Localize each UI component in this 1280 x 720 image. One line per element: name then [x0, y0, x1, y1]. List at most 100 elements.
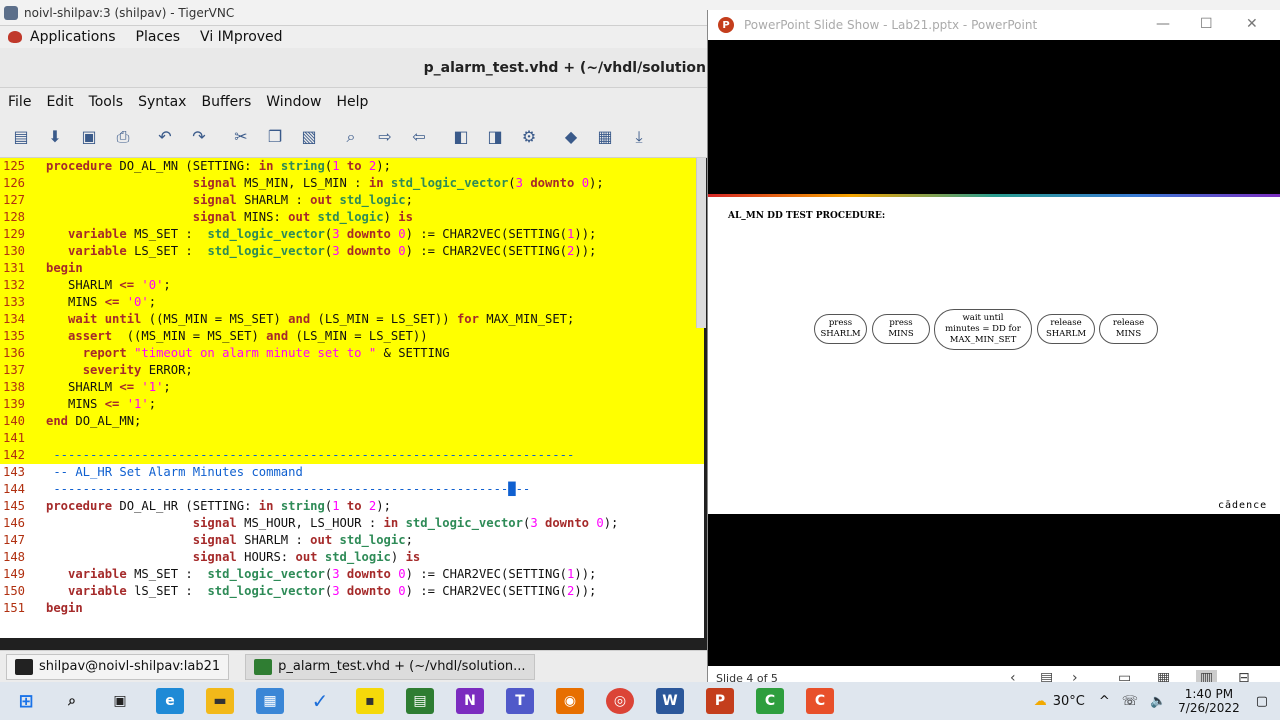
menu-window[interactable]: Window	[266, 94, 321, 110]
app-icon[interactable]: ◉	[556, 688, 584, 714]
find-next-icon[interactable]: ⇨	[374, 126, 396, 148]
menu-buffers[interactable]: Buffers	[201, 94, 251, 110]
store-icon[interactable]: ▦	[256, 688, 284, 714]
code-line[interactable]: 133 MINS <= '0';	[0, 294, 704, 311]
search-icon[interactable]: ⌕	[58, 688, 86, 714]
code-line[interactable]: 142 ------------------------------------…	[0, 447, 704, 464]
weather-icon[interactable]: ☁	[1034, 694, 1047, 709]
applications-menu[interactable]: Applications	[30, 29, 116, 45]
jump-tag-icon[interactable]: ⤓	[628, 126, 650, 148]
green-app-icon[interactable]: C	[756, 688, 784, 714]
menu-tools[interactable]: Tools	[89, 94, 124, 110]
todo-icon[interactable]: ✓	[306, 688, 334, 714]
code-line[interactable]: 145 procedure DO_AL_HR (SETTING: in strin…	[0, 498, 704, 515]
code-token: ) := CHAR2VEC(SETTING(	[405, 227, 568, 241]
copy-icon[interactable]: ❐	[264, 126, 286, 148]
code-line[interactable]: 144 ------------------------------------…	[0, 481, 704, 498]
network-icon[interactable]: ☏	[1122, 694, 1138, 709]
clock[interactable]: 1:40 PM 7/26/2022	[1178, 687, 1240, 715]
code-line[interactable]: 135 assert ((MS_MIN = MS_SET) and (LS_MI…	[0, 328, 704, 345]
code-line[interactable]: 138 SHARLM <= '1';	[0, 379, 704, 396]
menu-edit[interactable]: Edit	[46, 94, 73, 110]
cut-icon[interactable]: ✂	[230, 126, 252, 148]
code-line[interactable]: 132 SHARLM <= '0';	[0, 277, 704, 294]
code-line[interactable]: 126 signal MS_MIN, LS_MIN : in std_logic…	[0, 175, 704, 192]
code-editor[interactable]: 125 procedure DO_AL_MN (SETTING: in strin…	[0, 158, 704, 638]
edge-icon[interactable]: e	[156, 688, 184, 714]
line-number: 149	[3, 567, 26, 581]
code-line[interactable]: 149 variable MS_SET : std_logic_vector(3…	[0, 566, 704, 583]
sheets-icon[interactable]: ▤	[406, 688, 434, 714]
code-line[interactable]: 134 wait until ((MS_MIN = MS_SET) and (L…	[0, 311, 704, 328]
code-line[interactable]: 128 signal MINS: out std_logic) is	[0, 209, 704, 226]
vnc-window-list: shilpav@noivl-shilpav:lab21 p_alarm_test…	[0, 650, 708, 682]
code-line[interactable]: 127 signal SHARLM : out std_logic;	[0, 192, 704, 209]
chrome-icon[interactable]: ◎	[606, 688, 634, 714]
powerpoint-taskbar-icon[interactable]: P	[706, 688, 734, 714]
load-session-icon[interactable]: ◧	[450, 126, 472, 148]
code-token: MINS	[46, 397, 105, 411]
editor-scrollbar[interactable]	[696, 158, 706, 328]
vim-menu[interactable]: Vi IMproved	[200, 29, 283, 45]
tigervnc-icon	[4, 5, 18, 20]
code-line[interactable]: 139 MINS <= '1';	[0, 396, 704, 413]
code-line[interactable]: 140 end DO_AL_MN;	[0, 413, 704, 430]
run-script-icon[interactable]: ⚙	[518, 126, 540, 148]
print-icon[interactable]: ⎙	[112, 126, 134, 148]
menu-help[interactable]: Help	[336, 94, 368, 110]
code-line[interactable]: 125 procedure DO_AL_MN (SETTING: in strin…	[0, 158, 704, 175]
code-token: signal	[192, 176, 245, 190]
code-line[interactable]: 129 variable MS_SET : std_logic_vector(3…	[0, 226, 704, 243]
task-view-icon[interactable]: ▣	[106, 688, 134, 714]
teams-icon[interactable]: T	[506, 688, 534, 714]
show-hidden-icons-icon[interactable]: ^	[1099, 694, 1110, 709]
save-icon[interactable]: ⬇	[44, 126, 66, 148]
paste-icon[interactable]: ▧	[298, 126, 320, 148]
code-line[interactable]: 143 -- AL_HR Set Alarm Minutes command	[0, 464, 704, 481]
code-token: DO_AL_MN;	[75, 414, 142, 428]
build-tags-icon[interactable]: ▦	[594, 126, 616, 148]
save-session-icon[interactable]: ◨	[484, 126, 506, 148]
code-line[interactable]: 137 severity ERROR;	[0, 362, 704, 379]
code-line[interactable]: 141	[0, 430, 704, 447]
redo-icon[interactable]: ↷	[188, 126, 210, 148]
minimize-icon[interactable]: —	[1156, 16, 1170, 32]
code-line[interactable]: 148 signal HOURS: out std_logic) is	[0, 549, 704, 566]
make-icon[interactable]: ◆	[560, 126, 582, 148]
code-token: downto	[346, 227, 399, 241]
terminal-task-button[interactable]: shilpav@noivl-shilpav:lab21	[6, 653, 230, 680]
find-replace-icon[interactable]: ⌕	[340, 126, 362, 148]
close-icon[interactable]: ✕	[1246, 16, 1258, 32]
code-token: in	[383, 516, 406, 530]
code-line[interactable]: 150 variable lS_SET : std_logic_vector(3…	[0, 583, 704, 600]
temperature[interactable]: 30°C	[1053, 694, 1085, 709]
code-line[interactable]: 146 signal MS_HOUR, LS_HOUR : in std_log…	[0, 515, 704, 532]
code-token: 0	[398, 584, 406, 598]
notifications-icon[interactable]: ▢	[1256, 694, 1268, 709]
code-line[interactable]: 130 variable LS_SET : std_logic_vector(3…	[0, 243, 704, 260]
onenote-icon[interactable]: N	[456, 688, 484, 714]
volume-icon[interactable]: 🔈	[1150, 694, 1166, 709]
code-line[interactable]: 136 report "timeout on alarm minute set …	[0, 345, 704, 362]
menu-file[interactable]: File	[8, 94, 31, 110]
file-explorer-icon[interactable]: ▬	[206, 688, 234, 714]
terminal-icon	[15, 658, 33, 675]
places-menu[interactable]: Places	[136, 29, 181, 45]
word-icon[interactable]: W	[656, 688, 684, 714]
undo-icon[interactable]: ↶	[154, 126, 176, 148]
open-icon[interactable]: ▤	[10, 126, 32, 148]
gvim-task-button[interactable]: p_alarm_test.vhd + (~/vhdl/solution...	[245, 653, 535, 680]
terminal-task-label: shilpav@noivl-shilpav:lab21	[39, 659, 221, 674]
code-line[interactable]: 151 begin	[0, 600, 704, 617]
menu-syntax[interactable]: Syntax	[138, 94, 186, 110]
save-all-icon[interactable]: ▣	[78, 126, 100, 148]
red-app-icon[interactable]: C	[806, 688, 834, 714]
windows-start-icon[interactable]: ⊞	[12, 688, 40, 714]
code-line[interactable]: 147 signal SHARLM : out std_logic;	[0, 532, 704, 549]
sticky-notes-icon[interactable]: ▪	[356, 688, 384, 714]
find-prev-icon[interactable]: ⇦	[408, 126, 430, 148]
maximize-icon[interactable]: ☐	[1200, 16, 1213, 32]
code-token: SHARLM :	[244, 533, 311, 547]
code-line[interactable]: 131 begin	[0, 260, 704, 277]
